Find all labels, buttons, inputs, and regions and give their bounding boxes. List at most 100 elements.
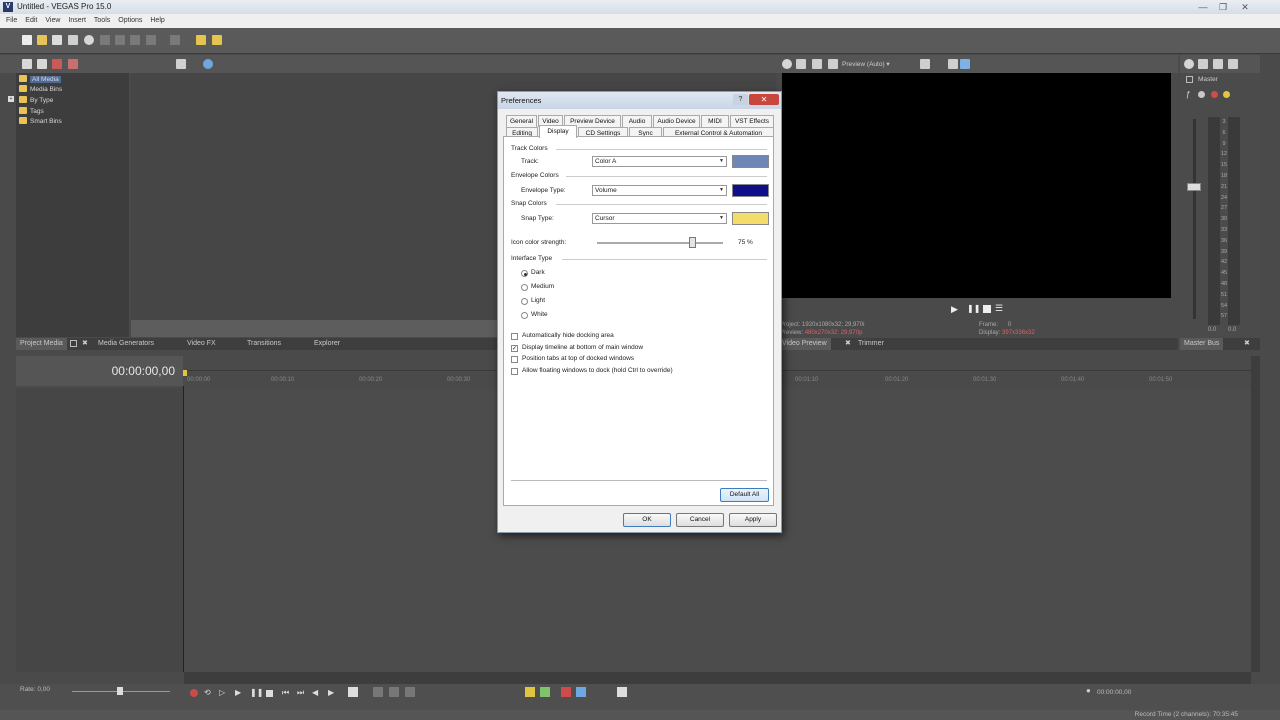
save-as-icon[interactable]: [68, 35, 78, 45]
close-icon[interactable]: ✕: [749, 94, 779, 105]
tab-video-fx[interactable]: Video FX: [187, 338, 216, 350]
track-select[interactable]: Color A ▼: [592, 156, 727, 167]
minimize-icon[interactable]: —: [1192, 0, 1214, 14]
timeline-vertical-scrollbar[interactable]: [1251, 356, 1260, 672]
tab-master-bus[interactable]: Master Bus: [1180, 338, 1224, 350]
go-to-end-icon[interactable]: ⏭: [297, 688, 304, 698]
tree-item-smart-bins[interactable]: Smart Bins: [19, 117, 62, 127]
snap-color-swatch[interactable]: [732, 212, 769, 225]
tree-item-media-bins[interactable]: Media Bins: [19, 85, 62, 95]
master-lock-icon[interactable]: [1228, 59, 1238, 69]
menu-view[interactable]: View: [45, 14, 60, 28]
tab-explorer[interactable]: Explorer: [314, 338, 340, 350]
master-properties-icon[interactable]: [1184, 59, 1194, 69]
auto-crossfade-icon[interactable]: [617, 687, 627, 697]
explorer-import-icon[interactable]: [22, 59, 32, 69]
new-project-icon[interactable]: [22, 35, 32, 45]
tab-display[interactable]: Display: [539, 125, 577, 138]
preview-fx-icon[interactable]: [812, 59, 822, 69]
preview-split-icon[interactable]: [828, 59, 838, 69]
preview-menu-icon[interactable]: ☰: [995, 303, 1003, 314]
checkbox-tabs-top[interactable]: [511, 356, 518, 363]
preview-tab-close-icon[interactable]: ✖: [845, 339, 851, 347]
master-mute-icon[interactable]: [1198, 91, 1205, 98]
save-icon[interactable]: [52, 35, 62, 45]
tree-item-all-media[interactable]: All Media: [19, 75, 61, 85]
go-to-start-icon[interactable]: ⏮: [282, 688, 289, 698]
checkbox-floating-dock[interactable]: [511, 368, 518, 375]
menu-insert[interactable]: Insert: [68, 14, 86, 28]
selection-tool-icon[interactable]: [389, 687, 399, 697]
master-tab-close-icon[interactable]: ✖: [1244, 339, 1250, 347]
master-checkbox[interactable]: [1186, 76, 1193, 83]
envelope-color-swatch[interactable]: [732, 184, 769, 197]
loop-icon[interactable]: ⟲: [204, 688, 211, 697]
open-icon[interactable]: [37, 35, 47, 45]
save-snapshot-icon[interactable]: [960, 59, 970, 69]
master-solo-icon[interactable]: [1223, 91, 1230, 98]
envelope-type-select[interactable]: Volume ▼: [592, 185, 727, 196]
playhead-marker[interactable]: [183, 370, 187, 376]
menu-help[interactable]: Help: [150, 14, 164, 28]
explorer-search-icon[interactable]: [203, 59, 213, 69]
radio-dark[interactable]: [521, 270, 528, 277]
copy-icon[interactable]: [115, 35, 125, 45]
stop-icon[interactable]: [266, 690, 273, 697]
menu-file[interactable]: File: [6, 14, 17, 28]
icon-strength-thumb[interactable]: [689, 237, 696, 248]
envelope-tool-icon[interactable]: [373, 687, 383, 697]
menu-options[interactable]: Options: [118, 14, 142, 28]
tab-general[interactable]: General: [506, 115, 537, 127]
properties-gear-icon[interactable]: [84, 35, 94, 45]
master-record-icon[interactable]: [1211, 91, 1218, 98]
preview-play-icon[interactable]: ▶: [951, 304, 958, 315]
radio-medium[interactable]: [521, 284, 528, 291]
tree-item-tags[interactable]: Tags: [19, 107, 44, 117]
explorer-capture-icon[interactable]: [37, 59, 47, 69]
apply-button[interactable]: Apply: [729, 513, 777, 527]
explorer-remove-icon[interactable]: [52, 59, 62, 69]
radio-light[interactable]: [521, 298, 528, 305]
preview-quality-dropdown[interactable]: Preview (Auto) ▾: [842, 60, 890, 68]
snap-type-select[interactable]: Cursor ▼: [592, 213, 727, 224]
default-all-button[interactable]: Default All: [720, 488, 769, 502]
timeline-horizontal-scrollbar[interactable]: [184, 672, 1251, 684]
menu-tools[interactable]: Tools: [94, 14, 110, 28]
expand-by-type-icon[interactable]: +: [8, 96, 14, 102]
tab-transitions[interactable]: Transitions: [247, 338, 281, 350]
radio-white[interactable]: [521, 312, 528, 319]
zoom-tool-icon[interactable]: [405, 687, 415, 697]
tab-close-icon[interactable]: ✖: [82, 339, 88, 347]
master-fx-icon[interactable]: ƒ: [1186, 90, 1190, 99]
preview-stop-icon[interactable]: [983, 305, 991, 313]
checkbox-auto-hide-docking[interactable]: [511, 333, 518, 340]
tab-project-media[interactable]: Project Media: [16, 338, 67, 350]
region-icon[interactable]: [540, 687, 550, 697]
normal-edit-tool-icon[interactable]: [348, 687, 358, 697]
marker-icon[interactable]: [525, 687, 535, 697]
rate-slider-thumb[interactable]: [117, 687, 123, 695]
tab-audio-device[interactable]: Audio Device: [653, 115, 700, 127]
help-icon[interactable]: ?: [733, 94, 748, 105]
next-frame-icon[interactable]: ▶: [328, 688, 334, 697]
snapping-icon[interactable]: [196, 35, 206, 45]
icon-strength-slider[interactable]: [597, 242, 723, 244]
tab-trimmer[interactable]: Trimmer: [858, 338, 884, 350]
restore-icon[interactable]: ❐: [1212, 0, 1234, 14]
checkbox-timeline-bottom[interactable]: ✓: [511, 345, 518, 352]
explorer-view-icon[interactable]: [176, 59, 186, 69]
preview-properties-icon[interactable]: [782, 59, 792, 69]
previous-frame-icon[interactable]: ◀: [312, 688, 318, 697]
tab-audio[interactable]: Audio: [622, 115, 652, 127]
record-icon[interactable]: [190, 689, 198, 697]
ok-button[interactable]: OK: [623, 513, 671, 527]
play-icon[interactable]: ▶: [235, 688, 241, 697]
preview-overlays-icon[interactable]: [920, 59, 930, 69]
tab-video-preview[interactable]: Video Preview: [778, 338, 831, 350]
preview-external-icon[interactable]: [796, 59, 806, 69]
play-from-start-icon[interactable]: ▷: [219, 688, 225, 697]
tab-maximize-icon[interactable]: [70, 340, 77, 347]
lock-envelopes-icon[interactable]: [561, 687, 571, 697]
tab-vst-effects[interactable]: VST Effects: [730, 115, 774, 127]
master-downmix-icon[interactable]: [1198, 59, 1208, 69]
